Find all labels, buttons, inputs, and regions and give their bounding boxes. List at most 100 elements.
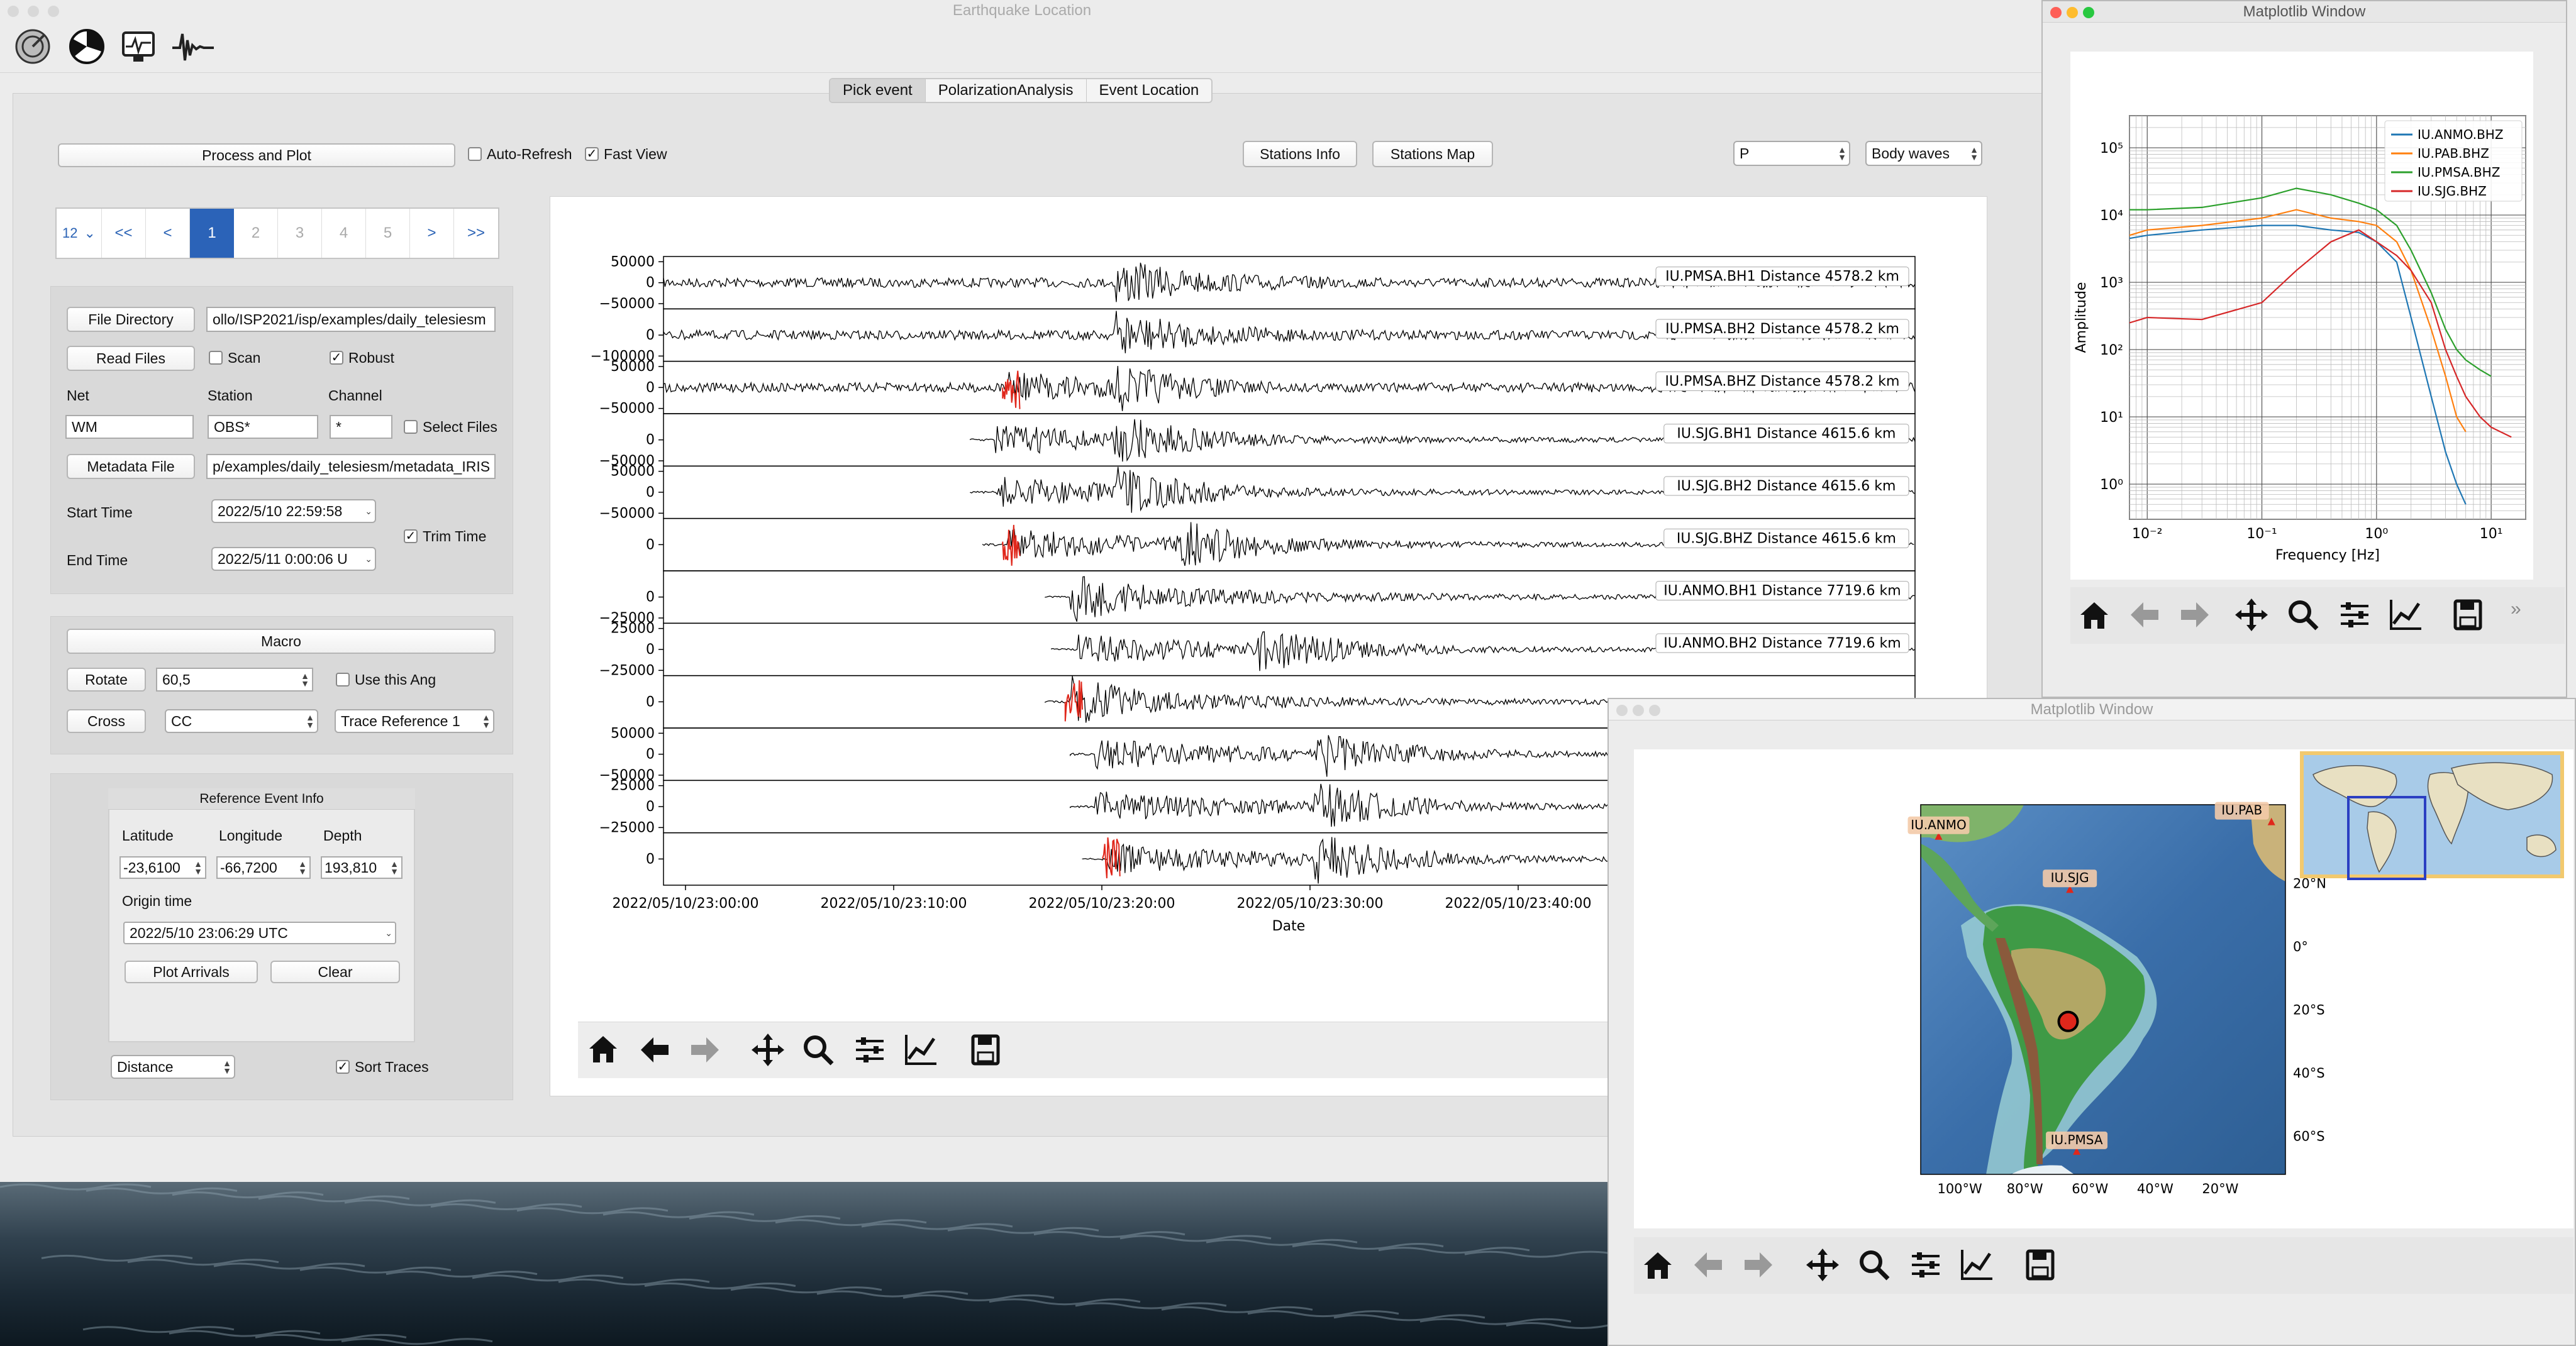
zoom-window-button[interactable] [2083, 7, 2094, 18]
close-window-button[interactable] [1616, 705, 1628, 716]
map-titlebar: Matplotlib Window [1609, 699, 2575, 720]
forward-arrow-icon[interactable] [680, 1025, 730, 1075]
read-files-button[interactable]: Read Files [67, 346, 195, 371]
forward-arrow-icon[interactable] [2171, 591, 2219, 639]
configure-subplots-icon[interactable] [1902, 1241, 1950, 1289]
waveform-icon[interactable] [171, 28, 215, 65]
origin-time-field[interactable]: 2022/5/10 23:06:29 UTC ⌄ [123, 922, 396, 944]
pan-icon[interactable] [1799, 1241, 1846, 1289]
file-directory-field[interactable]: ollo/ISP2021/isp/examples/daily_telesies… [206, 307, 496, 332]
minimize-window-button[interactable] [2067, 7, 2078, 18]
robust-checkbox[interactable]: ✓ [330, 351, 343, 365]
macro-button[interactable]: Macro [67, 629, 496, 654]
rotate-button[interactable]: Rotate [67, 668, 146, 692]
station-field[interactable]: OBS* [208, 415, 318, 439]
back-arrow-icon[interactable] [2121, 591, 2168, 639]
longitude-field[interactable]: -66,7200 ▲ ▼ [216, 856, 311, 879]
monitor-icon[interactable] [119, 28, 157, 65]
zoom-icon[interactable] [2279, 591, 2327, 639]
configure-subplots-icon[interactable] [845, 1025, 895, 1075]
sort-traces-checkbox[interactable]: ✓ [336, 1060, 350, 1074]
net-field[interactable]: WM [65, 415, 194, 439]
tab-pick-event[interactable]: Pick event [830, 79, 926, 102]
pager-next-button[interactable]: > [410, 209, 454, 258]
latitude-field[interactable]: -23,6100 ▲ ▼ [119, 856, 206, 879]
home-icon[interactable] [1634, 1241, 1682, 1289]
zoom-icon[interactable] [1850, 1241, 1898, 1289]
ytick-label: 50000 [611, 725, 655, 741]
pager-prev-button[interactable]: < [146, 209, 190, 258]
fast-view-checkbox[interactable]: ✓ [585, 147, 599, 161]
use-angle-checkbox[interactable] [336, 673, 350, 687]
spectrum-window-title: Matplotlib Window [2243, 3, 2366, 20]
trace-reference-select[interactable]: Trace Reference 1 ▲ ▼ [335, 709, 494, 733]
depth-value: 193,810 [325, 859, 377, 876]
stations-map-button[interactable]: Stations Map [1372, 141, 1493, 167]
clear-button[interactable]: Clear [270, 961, 400, 983]
more-tools-icon[interactable]: » [2511, 599, 2521, 620]
minimize-window-button[interactable] [1633, 705, 1644, 716]
file-directory-button[interactable]: File Directory [67, 307, 195, 332]
edit-axis-icon[interactable] [1953, 1241, 2001, 1289]
tab-polarization-analysis[interactable]: PolarizationAnalysis [926, 79, 1087, 102]
close-window-button[interactable] [8, 6, 19, 17]
ytick-label: 0 [646, 275, 655, 291]
phase-select[interactable]: P ▲ ▼ [1733, 141, 1850, 166]
pager-first-button[interactable]: << [102, 209, 146, 258]
zoom-window-button[interactable] [1649, 705, 1660, 716]
save-icon[interactable] [2444, 591, 2492, 639]
scan-checkbox[interactable] [209, 351, 223, 365]
minimize-window-button[interactable] [28, 6, 39, 17]
pager-page-2[interactable]: 2 [234, 209, 278, 258]
end-time-field[interactable]: 2022/5/11 0:00:06 U ⌄ [211, 547, 376, 571]
ytick-label: 0 [646, 799, 655, 815]
station-label: IU.SJG [2051, 870, 2089, 885]
trim-time-checkbox[interactable]: ✓ [404, 529, 418, 543]
back-arrow-icon[interactable] [1684, 1241, 1732, 1289]
pager-page-1[interactable]: 1 [190, 209, 234, 258]
home-icon[interactable] [578, 1025, 628, 1075]
pager-page-5[interactable]: 5 [366, 209, 410, 258]
pan-icon[interactable] [2228, 591, 2275, 639]
spectrum-plot[interactable]: 10⁻² 10⁻¹ 10⁰ 10¹ 10⁵ 10⁴ 10³ 10² 10¹ 10⁰ Frequenc… [2070, 52, 2533, 580]
stations-info-button[interactable]: Stations Info [1243, 141, 1357, 167]
pager-page-3[interactable]: 3 [278, 209, 322, 258]
wave-type-select[interactable]: Body waves ▲ ▼ [1865, 141, 1982, 166]
main-window-title: Earthquake Location [952, 2, 1092, 19]
configure-subplots-icon[interactable] [2331, 591, 2379, 639]
metadata-file-button[interactable]: Metadata File [67, 454, 195, 479]
home-icon[interactable] [2070, 591, 2118, 639]
metadata-file-field[interactable]: p/examples/daily_telesiesm/metadata_IRIS [206, 454, 496, 479]
save-icon[interactable] [2016, 1241, 2064, 1289]
rotate-angle-field[interactable]: 60,5 ▲ ▼ [156, 668, 313, 692]
pager-page-4[interactable]: 4 [322, 209, 366, 258]
close-window-button[interactable] [2050, 7, 2062, 18]
pager-last-button[interactable]: >> [454, 209, 498, 258]
pan-icon[interactable] [743, 1025, 793, 1075]
select-files-checkbox[interactable] [404, 420, 418, 434]
pager-count-select[interactable]: 12 ⌄ [57, 209, 102, 258]
start-time-field[interactable]: 2022/5/10 22:59:58 ⌄ [211, 499, 376, 523]
sort-by-select[interactable]: Distance ▲ ▼ [111, 1055, 235, 1079]
forward-arrow-icon[interactable] [1735, 1241, 1782, 1289]
auto-refresh-checkbox[interactable] [468, 147, 482, 161]
tab-event-location[interactable]: Event Location [1087, 79, 1212, 102]
save-icon[interactable] [960, 1025, 1011, 1075]
station-map-plot[interactable]: IU.ANMO IU.PAB IU.SJG IU.PMSA 100°W 80°W 60°W… [1634, 749, 2573, 1228]
depth-field[interactable]: 193,810 ▲ ▼ [321, 856, 402, 879]
process-and-plot-button[interactable]: Process and Plot [58, 143, 455, 167]
edit-axis-icon[interactable] [2382, 591, 2430, 639]
polarization-icon[interactable] [68, 28, 106, 65]
trace-label: IU.SJG.BH1 Distance 4615.6 km [1677, 426, 1896, 442]
plot-arrivals-button[interactable]: Plot Arrivals [125, 961, 258, 983]
zoom-window-button[interactable] [48, 6, 59, 17]
cross-method-select[interactable]: CC ▲ ▼ [165, 709, 318, 733]
seismometer-icon[interactable] [14, 28, 52, 65]
channel-field[interactable]: * [330, 415, 392, 439]
cross-button[interactable]: Cross [67, 709, 146, 733]
edit-axis-icon[interactable] [896, 1025, 947, 1075]
back-arrow-icon[interactable] [630, 1025, 680, 1075]
trace-reference-value: Trace Reference 1 [341, 712, 460, 729]
zoom-icon[interactable] [793, 1025, 843, 1075]
latitude-label: Latitude [122, 827, 174, 844]
